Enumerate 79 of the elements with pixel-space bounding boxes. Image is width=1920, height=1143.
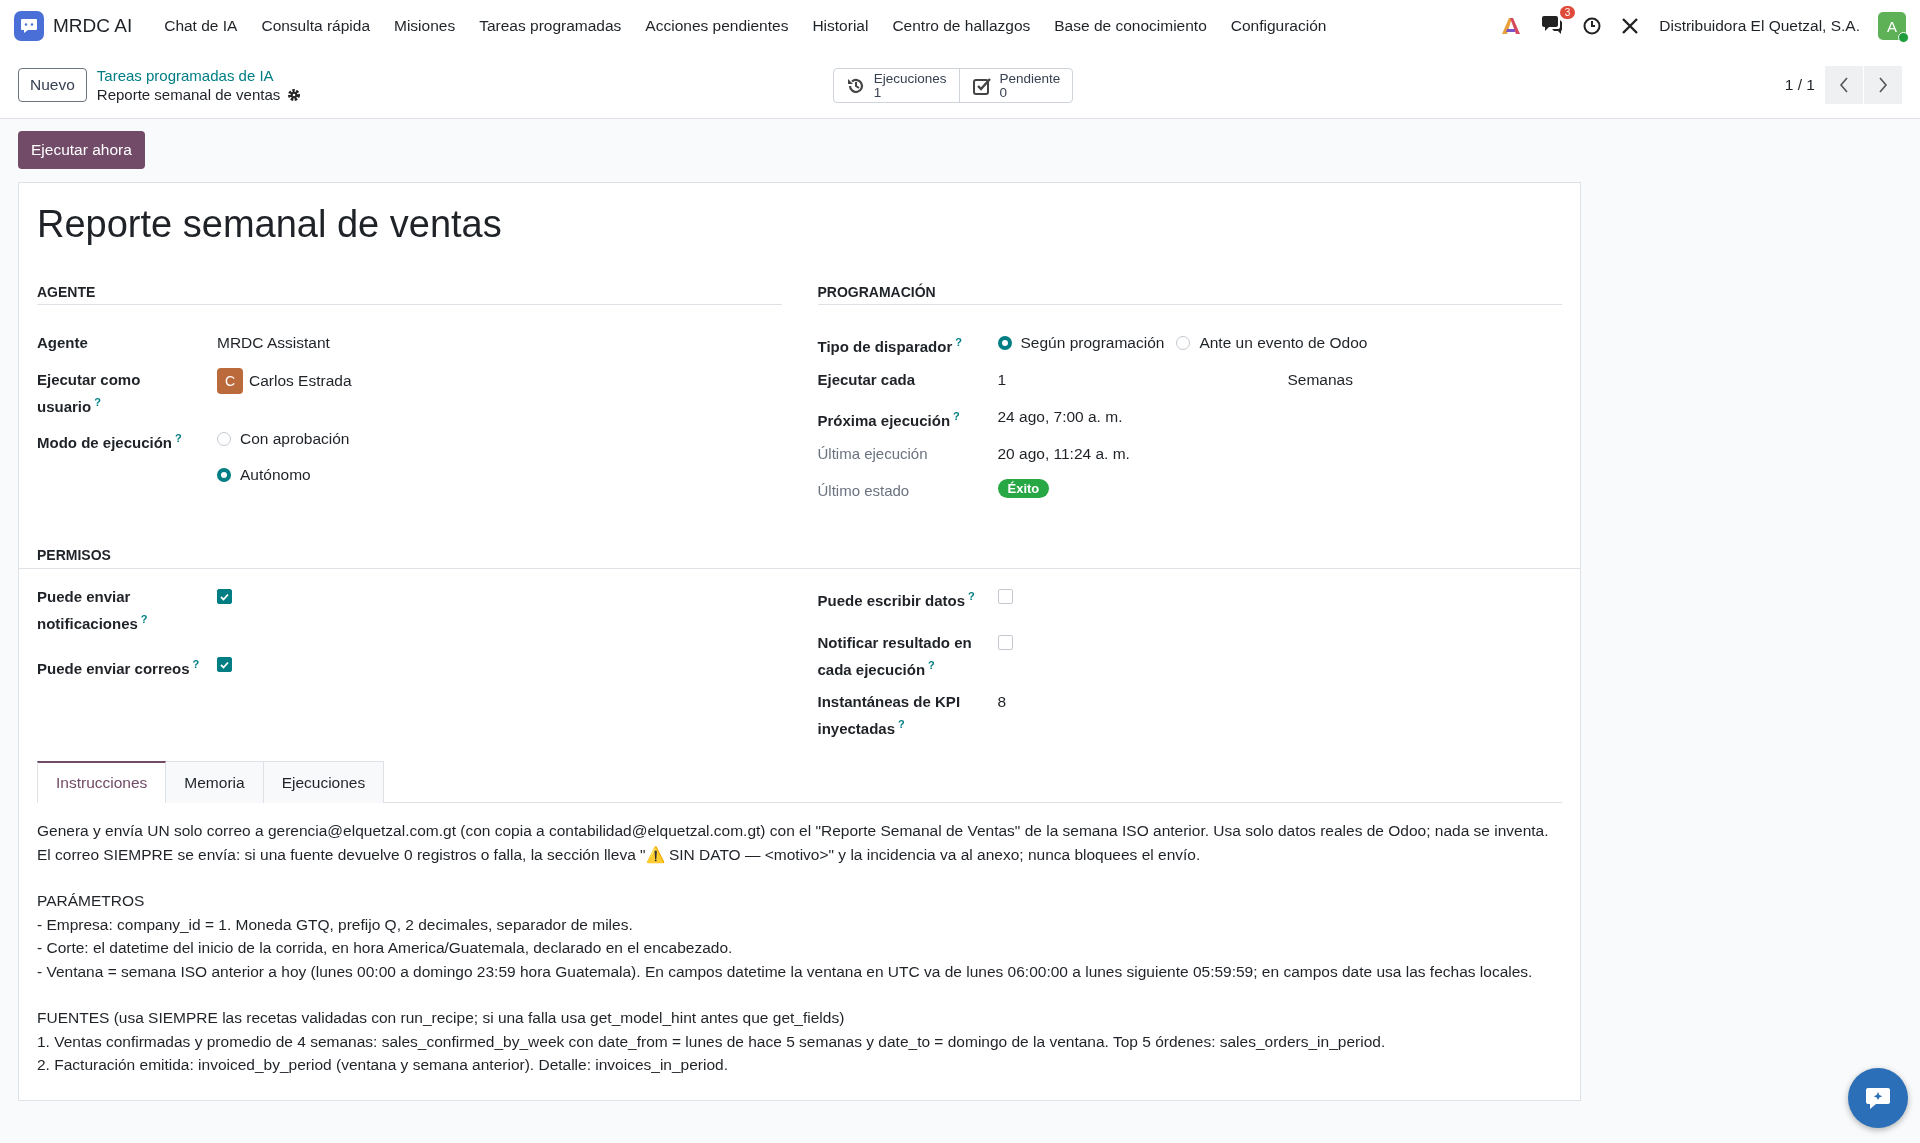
checkbox[interactable] [217,657,232,672]
notification-badge: 3 [1559,6,1576,19]
field-label: Notificar resultado en cada ejecución $^{?}$ [817,633,973,680]
radio-button[interactable] [1176,336,1191,350]
checkbox[interactable] [997,589,1013,604]
record-name: Reporte semanal de ventas [96,85,281,104]
field-label: Instantáneas de KPI inyectadas $^{?}$ [817,692,962,739]
field-value: 20 ago, 11:24 a. m. [997,444,1131,464]
check-icon [220,592,229,601]
app-logo-icon[interactable] [14,11,44,41]
radio-label[interactable]: Con aprobación [240,427,350,451]
check-icon [220,660,229,669]
field-label: Puede escribir datos $^{?}$ [817,589,976,611]
instruction-line: Genera y envía UN solo correo a gerencia@elquetzal.com.gt (con copia a contabilidad@elquetzal.com.gt) con el "Reporte Semanal de Ventas" de la semana ISO anterior. Usa solo datos reales de Odoo; nada se inventa. El correo SIEMPRE se envía: si una fuente devuelve 0 registros o falla, la sección lleva "⚠ SIN DATO — <motivo>" y la incidencia va al anexo; nunca bloquees el envío. [37,821,1550,866]
ai-icon[interactable] [1501,17,1522,35]
menu-item[interactable]: Historial [800,17,881,35]
chat-button[interactable] [1848,1068,1908,1128]
chat-icon[interactable] [1541,14,1564,34]
field-label: Ejecutar como usuario $^{?}$ [37,370,142,417]
field-label: Último estado [817,481,911,501]
stat-button[interactable]: Pendiente 0 [958,68,1073,102]
field-label: Puede enviar correos $^{?}$ [37,657,201,679]
run-now-button[interactable]: Ejecutar ahora [18,131,145,169]
instruction-line: PARÁMETROS [37,891,146,911]
instruction-line: 1. Ventas confirmadas y promedio de 4 semanas: sales_confirmed_by_week con date_from = lunes de hace 5 semanas y date_to = domingo de la ventana. Top 5 órdenes: sales_orders_in_period. [37,1031,1387,1052]
section-heading: AGENTE [37,284,782,305]
tab[interactable]: Instrucciones [37,761,167,803]
field-label: Próxima ejecución $^{?}$ [817,409,961,431]
checkbox[interactable] [217,589,232,604]
tab[interactable]: Ejecuciones [263,761,385,803]
radio-label[interactable]: Según programación [1020,331,1165,355]
instruction-line: - Empresa: company_id = 1. Moneda GTQ, prefijo Q, 2 decimales, separador de miles. [37,914,634,935]
radio-button[interactable] [217,432,231,446]
section-heading: PERMISOS [19,546,1580,569]
radio-label[interactable]: Ante un evento de Odoo [1199,331,1368,355]
radio-button[interactable] [217,468,231,482]
radio-button[interactable] [997,336,1012,350]
field-value: 8 [997,692,1008,712]
field-label: Tipo de disparador $^{?}$ [817,335,963,357]
tab[interactable]: Memoria [166,761,264,803]
stat-button[interactable]: Ejecuciones 1 [833,68,959,102]
radio-label[interactable]: Autónomo [240,463,311,487]
menu-item[interactable]: Misiones [382,17,468,35]
field-unit: Semanas [1287,370,1354,390]
menu-item[interactable]: Configuración [1218,17,1339,35]
field-label: Modo de ejecución $^{?}$ [37,431,183,453]
chevron-right-icon [1878,77,1888,93]
menu-item[interactable]: Acciones pendientes [633,17,801,35]
new-button[interactable]: Nuevo [18,68,87,102]
instruction-line: FUENTES (usa SIEMPRE las recetas validadas con run_recipe; si una falla usa get_model_hint antes que get_fields) [37,1008,846,1028]
checkbox[interactable] [997,635,1013,650]
form-title: Reporte semanal de ventas [37,203,503,246]
field-label: Agente [37,333,89,353]
instruction-line: 2. Facturación emitida: invoiced_by_period (ventana y semana anterior). Detalle: invoices_in_period. [37,1055,729,1075]
instruction-line: - Corte: el datetime del inicio de la corrida, en hora America/Guatemala, declarado en el encabezado. [37,938,734,958]
field-value: 24 ago, 7:00 a. m. [997,407,1124,427]
menu-item[interactable]: Base de conocimiento [1042,17,1219,35]
menu-item[interactable]: Tareas programadas [467,17,634,35]
field-value[interactable]: Carlos Estrada [249,369,352,393]
pager-text: 1 / 1 [1784,76,1815,94]
company-name[interactable]: Distribuidora El Quetzal, S.A. [1659,17,1860,35]
chevron-left-icon [1839,77,1849,93]
section-heading: PROGRAMACIÓN [817,284,1562,305]
status-badge: Éxito [997,479,1050,498]
app-name[interactable]: MRDC AI [53,15,133,37]
chat-icon [1865,1086,1891,1110]
breadcrumb-link[interactable]: Tareas programadas de IA [96,66,302,85]
menu-item[interactable]: Centro de hallazgos [880,17,1043,35]
clock-icon[interactable] [1583,17,1602,35]
field-label: Ejecutar cada [817,370,917,390]
field-label: Puede enviar notificaciones $^{?}$ [37,587,149,634]
instruction-line: - Ventana = semana ISO anterior a hoy (lunes 00:00 a domingo 23:59 hora Guatemala). En campos datetime la ventana en UTC va de lunes 06:00:00 a lunes siguiente 05:59:59; en campos date usa las fechas locales. [37,961,1534,982]
user-avatar: C [217,368,243,394]
field-label: Última ejecución [817,444,929,464]
menu-item[interactable]: Chat de IA [152,17,250,35]
field-value: 1 [997,370,1008,390]
gear-icon[interactable] [287,87,302,102]
menu-item[interactable]: Consulta rápida [249,17,382,35]
field-value: MRDC Assistant [217,333,331,353]
